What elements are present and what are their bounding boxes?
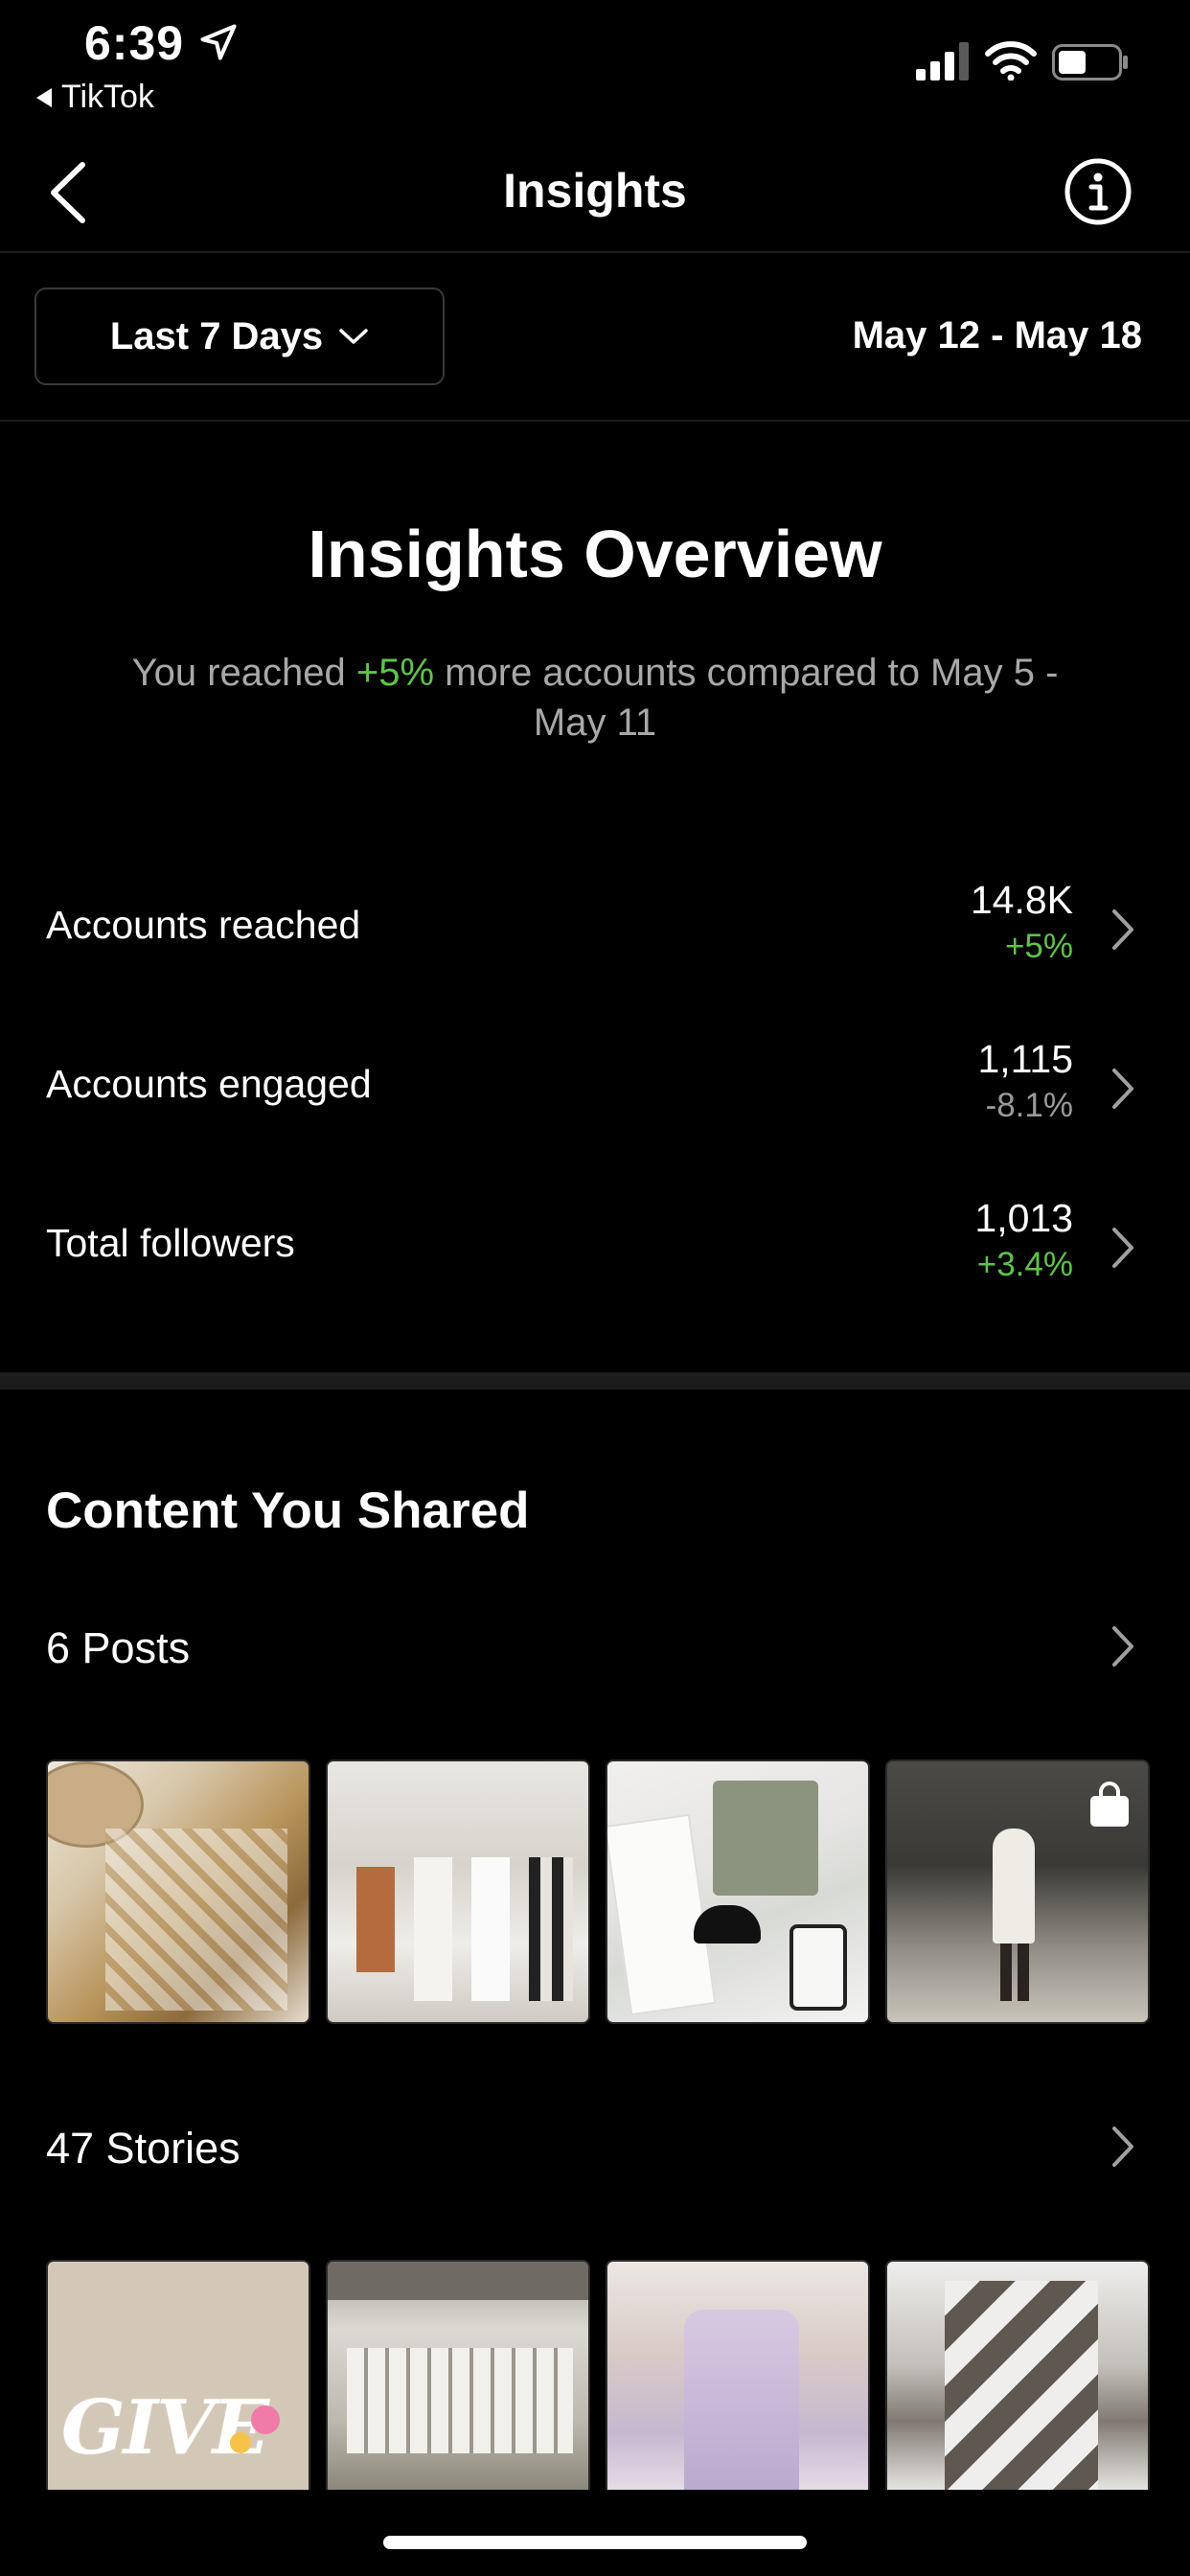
person-shape <box>993 1828 1035 1944</box>
garment-shape <box>471 1857 510 2001</box>
top-shape <box>713 1781 818 1896</box>
leg-shape <box>1000 1944 1012 2001</box>
subtitle-suffix: more accounts compared to May 5 - May 11 <box>434 652 1059 744</box>
wifi-icon <box>985 41 1037 80</box>
metric-value: 1,115 <box>977 1037 1073 1081</box>
metric-value: 1,013 <box>974 1196 1073 1240</box>
home-indicator[interactable] <box>383 2536 807 2549</box>
garment-shape <box>529 1857 573 2001</box>
metric-label: Accounts engaged <box>46 1062 372 1106</box>
back-triangle-icon <box>36 87 52 107</box>
story-graphic-text: GIVE <box>61 2384 269 2472</box>
boot-shape <box>790 1924 847 2011</box>
filter-row: Last 7 Days May 12 - May 18 <box>0 255 1190 422</box>
date-range-dropdown-label: Last 7 Days <box>109 314 324 357</box>
post-thumbnail[interactable] <box>326 1760 590 2024</box>
metric-label: Total followers <box>46 1221 295 1265</box>
metric-accounts-engaged[interactable]: Accounts engaged 1,115 -8.1% <box>0 1033 1190 1148</box>
chevron-right-icon[interactable] <box>1110 2124 1136 2170</box>
facade-shape <box>347 2348 573 2453</box>
chevron-right-icon <box>1112 1228 1133 1268</box>
info-circle-icon[interactable] <box>1064 157 1133 226</box>
date-range-text: May 12 - May 18 <box>852 314 1142 356</box>
metric-change: +3.4% <box>976 1246 1073 1283</box>
metric-total-followers[interactable]: Total followers 1,013 +3.4% <box>0 1192 1190 1307</box>
dress-shape <box>684 2310 799 2490</box>
story-thumbnail[interactable]: GIVE <box>46 2260 310 2490</box>
roof-shape <box>328 2262 588 2300</box>
metric-change: -8.1% <box>985 1087 1073 1124</box>
back-to-app-link[interactable]: TikTok <box>36 79 154 116</box>
lattice-pattern <box>105 1828 287 2011</box>
metric-accounts-reached[interactable]: Accounts reached 14.8K +5% <box>0 874 1190 989</box>
garment-shape <box>356 1867 395 1972</box>
post-thumbnail[interactable] <box>46 1760 310 2024</box>
metric-change: +5% <box>1004 928 1073 965</box>
date-range-dropdown[interactable]: Last 7 Days <box>34 288 445 385</box>
section-divider <box>0 1372 1190 1390</box>
metric-value: 14.8K <box>970 878 1073 922</box>
pants-shape <box>945 2281 1098 2490</box>
location-arrow-icon <box>200 24 237 60</box>
posts-row-label[interactable]: 6 Posts <box>46 1623 190 1673</box>
battery-icon <box>1052 44 1128 80</box>
status-time: 6:39 <box>84 16 185 70</box>
story-thumbnail[interactable] <box>885 2260 1150 2490</box>
chevron-right-icon <box>1112 909 1133 950</box>
stories-row-label[interactable]: 47 Stories <box>46 2124 240 2174</box>
flower-shape <box>230 2432 251 2453</box>
back-app-label: TikTok <box>61 79 154 115</box>
shopping-bag-icon <box>1090 1782 1129 1827</box>
insights-overview-subtitle: You reached +5% more accounts compared t… <box>96 648 1094 748</box>
status-bar: 6:39 TikTok <box>0 0 1190 125</box>
story-thumbnail[interactable] <box>606 2260 870 2490</box>
subtitle-prefix: You reached <box>131 652 356 694</box>
story-thumbnail[interactable] <box>326 2260 590 2490</box>
subtitle-highlight: +5% <box>355 652 435 694</box>
content-shared-title: Content You Shared <box>46 1483 530 1539</box>
page-title: Insights <box>503 164 687 218</box>
chevron-right-icon[interactable] <box>1110 1623 1136 1669</box>
insights-overview-title: Insights Overview <box>308 517 882 591</box>
stories-thumbnails: GIVE <box>46 2260 1150 2490</box>
garment-shape <box>414 1857 452 2001</box>
metric-label: Accounts reached <box>46 903 361 947</box>
chevron-down-icon <box>339 329 368 344</box>
nav-bar: Insights <box>0 134 1190 253</box>
bag-shape <box>694 1905 761 1944</box>
leg-shape <box>1018 1944 1029 2001</box>
posts-thumbnails <box>46 1760 1150 2024</box>
post-thumbnail[interactable] <box>885 1760 1150 2024</box>
chevron-right-icon <box>1112 1069 1133 1109</box>
post-thumbnail[interactable] <box>606 1760 870 2024</box>
cellular-signal-icon <box>916 42 969 80</box>
flower-shape <box>251 2405 280 2434</box>
